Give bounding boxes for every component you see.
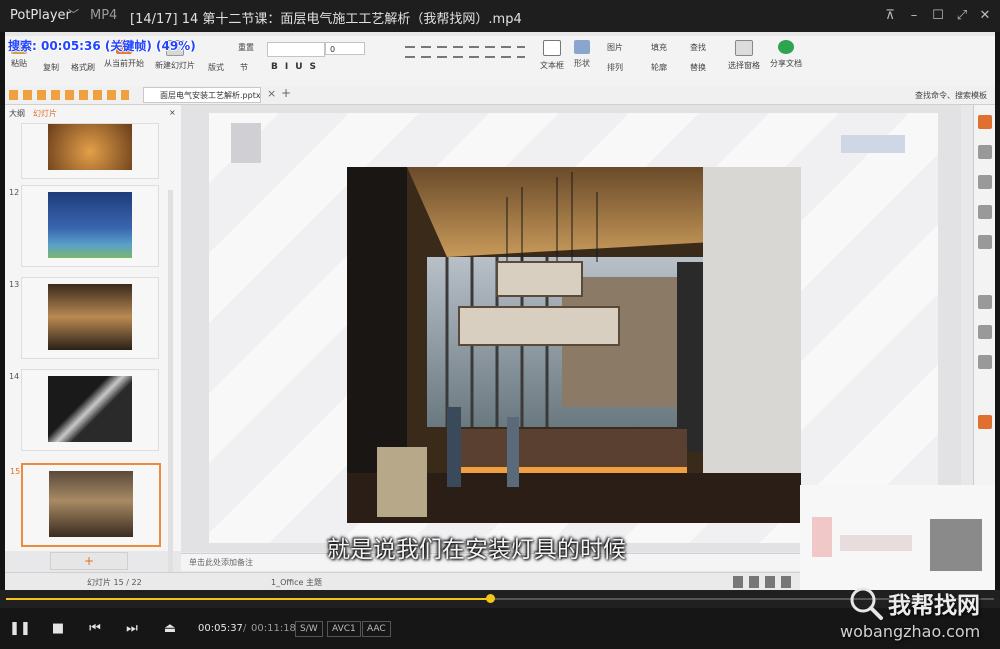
- add-slide-button[interactable]: +: [50, 552, 128, 570]
- current-slide[interactable]: [209, 113, 938, 543]
- brand-menu-chevron-icon[interactable]: ﹀: [68, 6, 79, 22]
- shape-button[interactable]: 形状: [567, 40, 597, 69]
- pin-icon[interactable]: ⊼: [880, 6, 900, 26]
- minimize-icon[interactable]: –: [904, 6, 924, 26]
- command-search[interactable]: 查找命令、搜索模板: [915, 90, 987, 101]
- paragraph-tools[interactable]: [405, 42, 525, 78]
- watermark-domain: wobangzhao.com: [840, 622, 981, 641]
- transition-icon[interactable]: [978, 205, 992, 219]
- slide-thumb-11[interactable]: [21, 123, 159, 179]
- copy-button[interactable]: 复制: [35, 62, 67, 73]
- textbox-button[interactable]: 文本框: [537, 40, 567, 71]
- subtitle-text: 就是说我们在安装灯具的时候: [327, 537, 626, 563]
- select-pane-icon: [735, 40, 753, 56]
- app-brand[interactable]: PotPlayer: [10, 8, 71, 23]
- slide-thumb-13[interactable]: 13: [9, 277, 159, 359]
- time-total[interactable]: 00:11:18: [251, 623, 296, 634]
- title-bar: PotPlayer ﹀ MP4 [14/17] 14 第十二节课：面层电气施工工…: [0, 0, 1000, 32]
- next-icon[interactable]: ⏭: [119, 617, 145, 641]
- tools-icon[interactable]: [978, 415, 992, 429]
- ribbon-menu-strip: [5, 32, 995, 36]
- panel-close-icon[interactable]: ×: [169, 108, 176, 117]
- design-icon[interactable]: [978, 145, 992, 159]
- window-title: [14/17] 14 第十二节课：面层电气施工工艺解析（我帮找网）.mp4: [130, 12, 522, 27]
- blurred-text: [840, 535, 912, 551]
- find-button[interactable]: 查找: [683, 42, 713, 53]
- slide-thumbnail-panel: 大纲 幻灯片 × 12 13 14 15: [5, 105, 182, 590]
- seek-handle[interactable]: [486, 594, 496, 603]
- slide-thumb-image: [48, 192, 132, 258]
- badge-video-codec[interactable]: AVC1: [327, 621, 361, 637]
- select-pane-button[interactable]: 选择窗格: [723, 40, 765, 71]
- animation-icon[interactable]: [978, 175, 992, 189]
- badge-audio-codec[interactable]: AAC: [362, 621, 391, 637]
- lobby-chandelier-photo: [347, 167, 801, 523]
- share-side-icon[interactable]: [978, 355, 992, 369]
- quick-access-icons[interactable]: [9, 90, 129, 100]
- tab-close-icon[interactable]: ×: [267, 87, 276, 100]
- fullscreen-icon[interactable]: ⤢: [952, 6, 972, 26]
- slide-thumb-image: [48, 376, 132, 442]
- picture-button[interactable]: 图片: [599, 42, 631, 53]
- section-button[interactable]: 节: [231, 62, 257, 73]
- magnifier-logo-icon: [848, 585, 884, 621]
- quick-access-bar: 面层电气安装工艺解析.pptx × + 查找命令、搜索模板: [5, 86, 995, 105]
- slide-thumb-image: [48, 284, 132, 350]
- share-doc-button[interactable]: 分享文档: [765, 40, 807, 69]
- slide-photo[interactable]: [347, 167, 801, 523]
- view-mode-buttons[interactable]: [733, 576, 793, 588]
- replace-button[interactable]: 替换: [683, 62, 713, 73]
- font-family-select[interactable]: [267, 42, 325, 57]
- maximize-icon[interactable]: ☐: [928, 6, 948, 26]
- font-style-buttons[interactable]: BIUS: [271, 62, 323, 72]
- time-separator: /: [243, 623, 247, 634]
- slide-thumb-image: [49, 471, 133, 537]
- tab-outline[interactable]: 大纲: [9, 108, 25, 119]
- close-icon[interactable]: ✕: [975, 6, 995, 26]
- reset-button[interactable]: 重置: [231, 42, 261, 53]
- thumbnail-scrollbar[interactable]: [168, 190, 173, 590]
- shape-icon: [574, 40, 590, 54]
- stop-icon[interactable]: ■: [45, 617, 71, 641]
- object-icon[interactable]: [978, 235, 992, 249]
- blurred-logo-right: [841, 135, 905, 153]
- new-tab-icon[interactable]: +: [281, 86, 291, 100]
- new-icon[interactable]: [978, 115, 992, 129]
- format-label: MP4: [90, 8, 118, 23]
- blurred-overlay: [800, 485, 995, 590]
- pause-icon[interactable]: ❚❚: [7, 617, 33, 641]
- font-size-select[interactable]: 0: [325, 42, 365, 55]
- seek-osd: 搜索: 00:05:36 (关键帧) (49%): [8, 39, 196, 53]
- time-current: 00:05:37: [198, 623, 243, 634]
- textbox-icon: [543, 40, 561, 56]
- blurred-logo-left: [231, 123, 261, 163]
- previous-icon[interactable]: ⏮: [82, 617, 108, 641]
- watermark-title: 我帮找网: [888, 593, 980, 619]
- backup-icon[interactable]: [978, 325, 992, 339]
- badge-sw[interactable]: S/W: [295, 621, 323, 637]
- fill-button[interactable]: 填充: [643, 42, 675, 53]
- layout-button[interactable]: 版式: [203, 62, 229, 73]
- eject-icon[interactable]: ⏏: [157, 617, 183, 641]
- outline-button[interactable]: 轮廓: [643, 62, 675, 73]
- seek-progress: [6, 598, 491, 600]
- theme-name: 1_Office 主题: [271, 578, 322, 587]
- format-painter-button[interactable]: 格式刷: [67, 62, 99, 73]
- property-icon[interactable]: [978, 295, 992, 309]
- video-frame[interactable]: 粘贴 复制 格式刷 从当前开始 新建幻灯片 版式 节 重置 0 BIUS 文本框…: [5, 32, 995, 590]
- slide-thumb-14[interactable]: 14: [9, 369, 159, 451]
- slide-counter: 幻灯片 15 / 22: [87, 578, 142, 587]
- slide-thumb-12[interactable]: 12: [9, 185, 159, 267]
- slide-thumb-image: [48, 124, 132, 170]
- blurred-mark: [812, 517, 832, 557]
- tab-slides[interactable]: 幻灯片: [33, 108, 57, 119]
- blurred-qr: [930, 519, 982, 571]
- slide-thumb-15[interactable]: 15: [10, 463, 161, 547]
- arrange-button[interactable]: 排列: [599, 62, 631, 73]
- document-tab[interactable]: 面层电气安装工艺解析.pptx: [143, 87, 261, 103]
- share-icon: [778, 40, 794, 54]
